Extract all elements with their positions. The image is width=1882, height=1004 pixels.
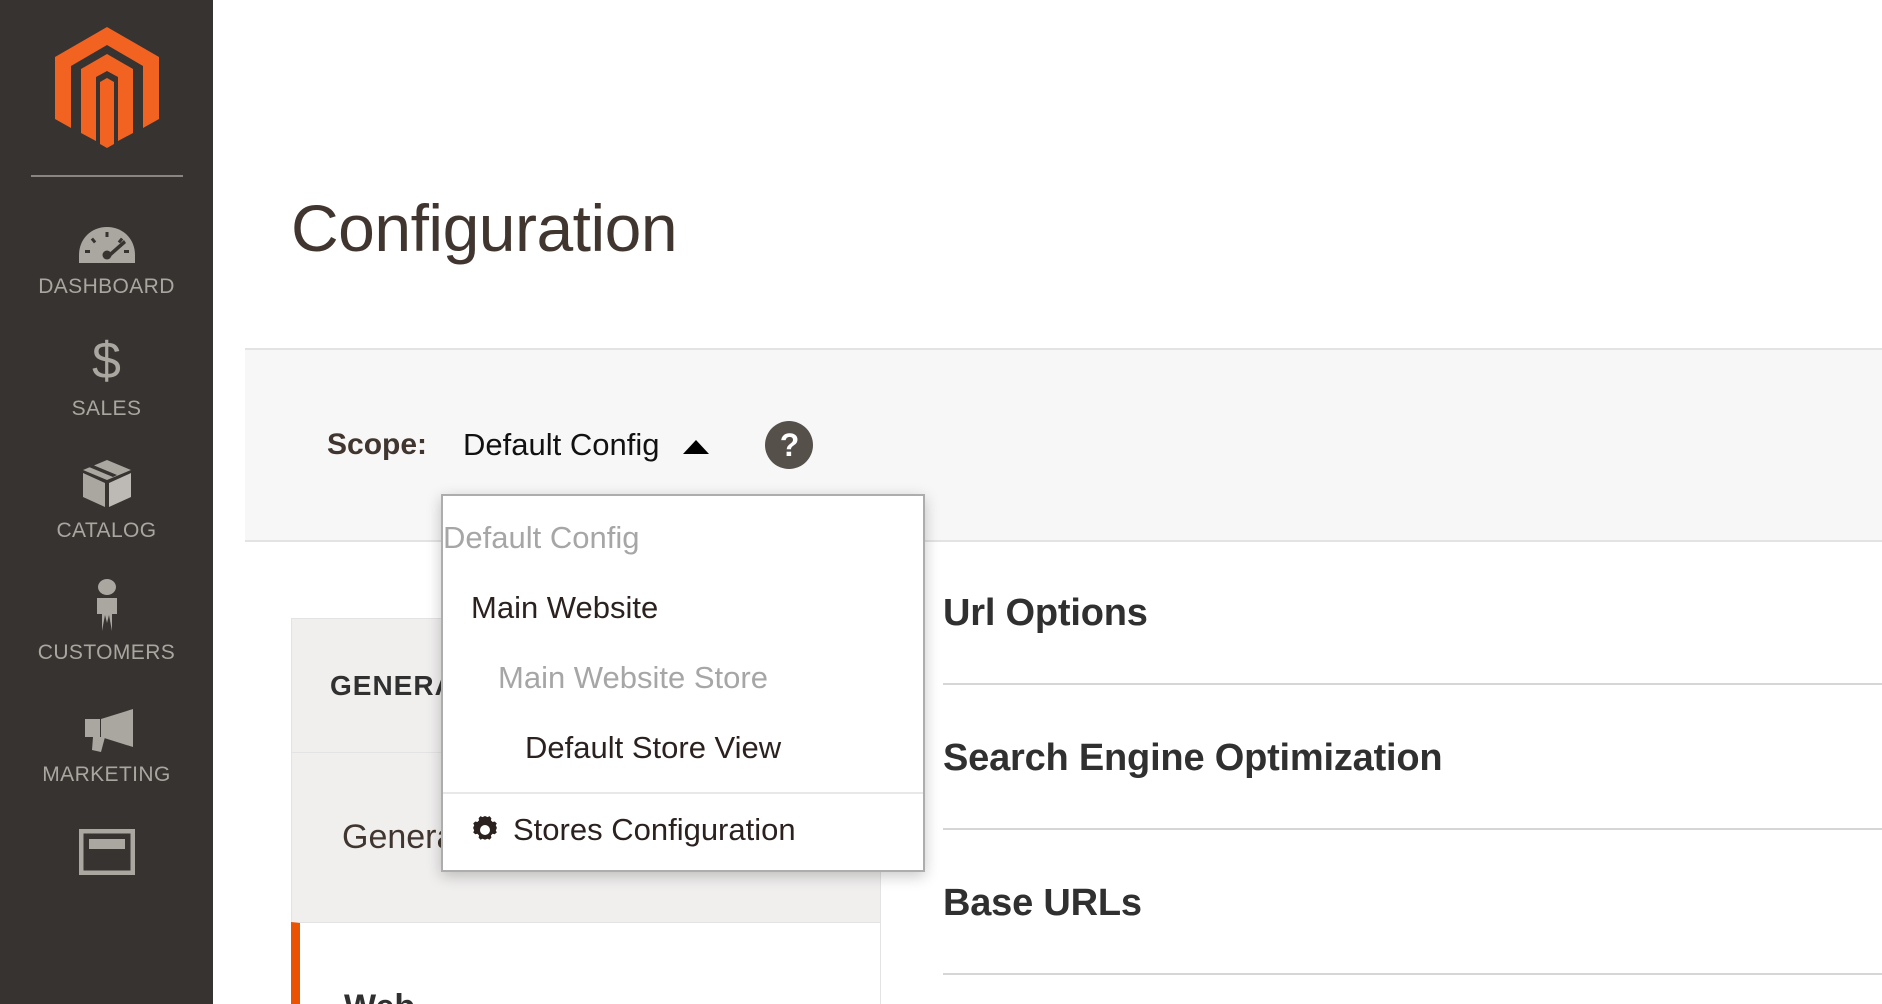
stores-configuration-label: Stores Configuration — [513, 812, 796, 847]
dashboard-gauge-icon — [78, 209, 136, 265]
scope-label: Scope: — [327, 428, 428, 461]
section-title: Base URLs — [943, 882, 1142, 924]
scope-option-main-website[interactable]: Main Website — [443, 572, 923, 642]
section-title: Search Engine Optimization — [943, 737, 1443, 779]
stores-configuration-link[interactable]: Stores Configuration — [443, 794, 923, 870]
scope-selected-value: Default Config — [463, 427, 660, 462]
content-window-icon — [78, 819, 135, 875]
sidebar-item-label: DASHBOARD — [38, 275, 175, 298]
sidebar-item-customers[interactable]: CUSTOMERS — [0, 543, 213, 665]
section-url-options[interactable]: Url Options — [943, 540, 1882, 685]
scope-option-main-website-store: Main Website Store — [498, 660, 768, 695]
magento-logo[interactable] — [0, 0, 213, 175]
section-search-engine-optimization[interactable]: Search Engine Optimization — [943, 685, 1882, 830]
question-mark-icon[interactable]: ? — [765, 421, 814, 469]
scope-option-default-config: Default Config — [443, 520, 640, 555]
sidebar-item-label: SALES — [71, 397, 142, 420]
sidebar-item-label: CUSTOMERS — [37, 641, 176, 664]
megaphone-icon — [79, 697, 135, 753]
page-title: Configuration — [291, 191, 678, 265]
section-base-urls[interactable]: Base URLs — [943, 830, 1882, 975]
sidebar-item-dashboard[interactable]: DASHBOARD — [0, 177, 213, 299]
scope-switcher[interactable]: Default Config — [463, 427, 710, 463]
scope-option-default-store-view[interactable]: Default Store View — [443, 712, 923, 782]
config-nav-item-web[interactable]: Web — [291, 922, 881, 1004]
sidebar-item-marketing[interactable]: MARKETING — [0, 665, 213, 787]
sidebar-item-label: CATALOG — [56, 519, 157, 542]
sidebar-item-sales[interactable]: $ SALES — [0, 299, 213, 421]
dollar-sign-icon: $ — [92, 332, 121, 390]
sidebar-item-catalog[interactable]: CATALOG — [0, 421, 213, 543]
config-sections: Url Options Search Engine Optimization B… — [943, 540, 1882, 975]
gear-icon — [471, 816, 499, 844]
person-icon — [90, 575, 124, 631]
scope-dropdown: Default Config Main Website Main Website… — [441, 494, 925, 872]
sidebar-item-content[interactable] — [0, 787, 213, 885]
sidebar-item-label: MARKETING — [42, 763, 171, 786]
section-title: Url Options — [943, 592, 1148, 634]
caret-up-icon — [683, 440, 710, 454]
box-icon — [81, 453, 133, 509]
admin-sidebar: DASHBOARD $ SALES CATALOG CUSTOMERS MARK… — [0, 0, 213, 1004]
screen-root: DASHBOARD $ SALES CATALOG CUSTOMERS MARK… — [0, 0, 1882, 1004]
